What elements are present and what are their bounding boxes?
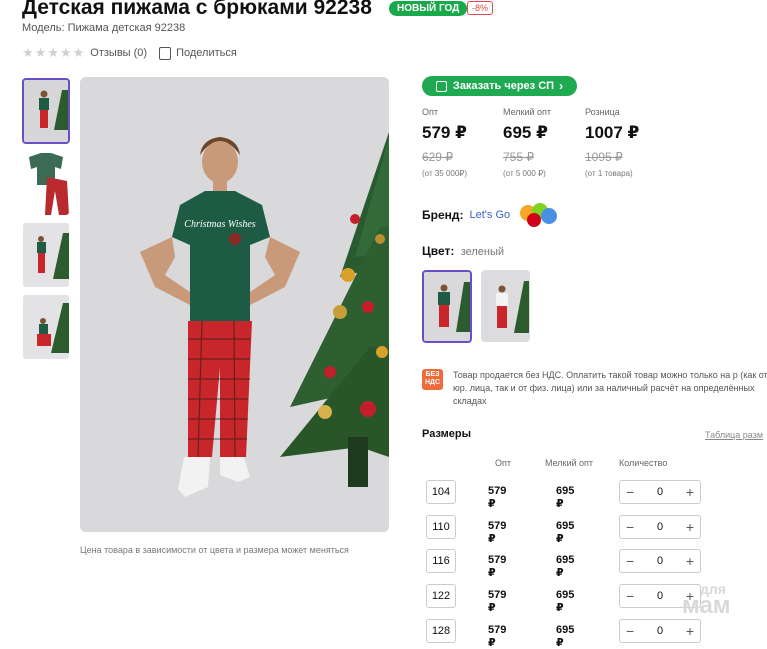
size-small-opt-price: 695 ₽ [556,485,575,510]
product-title: Детская пижама с брюками 92238 [22,0,372,19]
minus-icon[interactable]: − [626,623,634,639]
quantity-stepper: − 0 + [619,515,701,539]
minus-icon[interactable]: − [626,588,634,604]
share-button[interactable]: Поделиться [159,46,237,60]
price-label: Мелкий опт [503,107,552,117]
header-opt: Опт [495,458,511,468]
price-retail: Розница 1007 ₽ 1095 ₽ (от 1 товара) [585,107,639,178]
size-small-opt-price: 695 ₽ [556,554,575,579]
quantity-value[interactable]: 0 [657,521,663,533]
thumbnail-image [23,223,69,287]
vat-text: Товар продается без НДС. Оплатить такой … [453,370,767,406]
size-value: 122 [426,584,456,608]
plus-icon[interactable]: + [686,553,694,569]
price-old: 755 ₽ [503,150,534,164]
plus-icon[interactable]: + [686,623,694,639]
quantity-stepper: − 0 + [619,480,701,504]
price-old: 629 ₽ [422,150,453,164]
order-sp-button[interactable]: Заказать через СП › [422,76,577,96]
quantity-stepper: − 0 + [619,619,701,643]
product-model: Модель: Пижама детская 92238 [22,22,186,34]
price-note: Цена товара в зависимости от цвета и раз… [80,545,349,555]
size-opt-price: 579 ₽ [488,520,507,545]
vat-notice: БЕЗ НДС Товар продается без НДС. Оплатит… [422,369,767,408]
minus-icon[interactable]: − [626,519,634,535]
brand-link[interactable]: Let's Go [470,209,511,221]
cart-icon [435,80,447,92]
size-value: 110 [426,515,456,539]
watermark: для мам [682,582,731,619]
price-min: (от 35 000₽) [422,169,468,178]
quantity-value[interactable]: 0 [657,590,663,602]
size-opt-price: 579 ₽ [488,554,507,579]
price-value: 695 ₽ [503,123,548,142]
thumbnail-3[interactable] [22,222,70,288]
minus-icon[interactable]: − [626,553,634,569]
quantity-stepper: − 0 + [619,549,701,573]
color-swatch-white[interactable] [481,270,530,342]
swatch-image [424,272,470,341]
size-value: 128 [426,619,456,643]
color-value: зеленый [460,246,505,258]
color-label: Цвет: [422,244,455,258]
size-opt-price: 579 ₽ [488,485,507,510]
color-row: Цвет: зеленый [422,244,504,258]
swatch-image [482,271,529,341]
brand-label: Бренд: [422,208,464,222]
share-label: Поделиться [176,47,237,59]
sizes-title: Размеры [422,428,472,440]
thumbnail-image [23,151,69,215]
plus-icon[interactable]: + [686,519,694,535]
star-icon: ★ [72,45,85,60]
price-label: Розница [585,107,620,117]
price-min: (от 5 000 ₽) [503,169,546,178]
price-value: 579 ₽ [422,123,467,142]
size-small-opt-price: 695 ₽ [556,624,575,649]
price-min: (от 1 товара) [585,169,633,178]
thumbnail-image [24,80,68,142]
color-swatch-green[interactable] [422,270,472,343]
price-old: 1095 ₽ [585,150,623,164]
size-small-opt-price: 695 ₽ [556,520,575,545]
size-opt-price: 579 ₽ [488,624,507,649]
brand-logo[interactable] [518,202,558,228]
size-value: 116 [426,549,456,573]
discount-badge: -8% [467,1,494,15]
quantity-value[interactable]: 0 [657,625,663,637]
star-icon: ★ [47,45,59,60]
star-icon: ★ [22,45,34,60]
product-photo-image: Christmas Wishes [80,77,389,532]
new-year-badge: НОВЫЙ ГОД [389,1,468,16]
size-opt-price: 579 ₽ [488,589,507,614]
watermark-bottom: мам [682,592,731,619]
star-icon: ★ [34,45,47,60]
size-value: 104 [426,480,456,504]
price-wholesale: Опт 579 ₽ 629 ₽ (от 35 000₽) [422,107,467,178]
header-small-opt: Мелкий опт [545,458,594,468]
minus-icon[interactable]: − [626,484,634,500]
size-table-link[interactable]: Таблица разм [705,430,763,440]
share-icon [159,46,172,60]
quantity-value[interactable]: 0 [657,486,663,498]
no-vat-icon: БЕЗ НДС [422,369,443,390]
reviews-link[interactable]: Отзывы (0) [90,47,147,59]
thumbnail-image [23,295,69,359]
order-sp-label: Заказать через СП [452,80,555,92]
thumbnail-4[interactable] [22,294,70,360]
header-qty: Количество [619,458,668,468]
main-product-photo[interactable]: Christmas Wishes [80,77,389,532]
thumbnail-1[interactable] [22,78,70,144]
star-icon: ★ [59,45,72,60]
shirt-print-text: Christmas Wishes [184,219,256,230]
size-small-opt-price: 695 ₽ [556,589,575,614]
price-small-wholesale: Мелкий опт 695 ₽ 755 ₽ (от 5 000 ₽) [503,107,551,178]
thumbnail-2[interactable] [22,150,70,216]
price-value: 1007 ₽ [585,123,640,142]
price-label: Опт [422,107,438,117]
chevron-right-icon: › [559,79,564,93]
brand-row: Бренд: Let's Go [422,202,558,228]
rating-row: ★ ★ ★ ★ ★ Отзывы (0) Поделиться [22,45,237,61]
quantity-value[interactable]: 0 [657,555,663,567]
plus-icon[interactable]: + [686,484,694,500]
